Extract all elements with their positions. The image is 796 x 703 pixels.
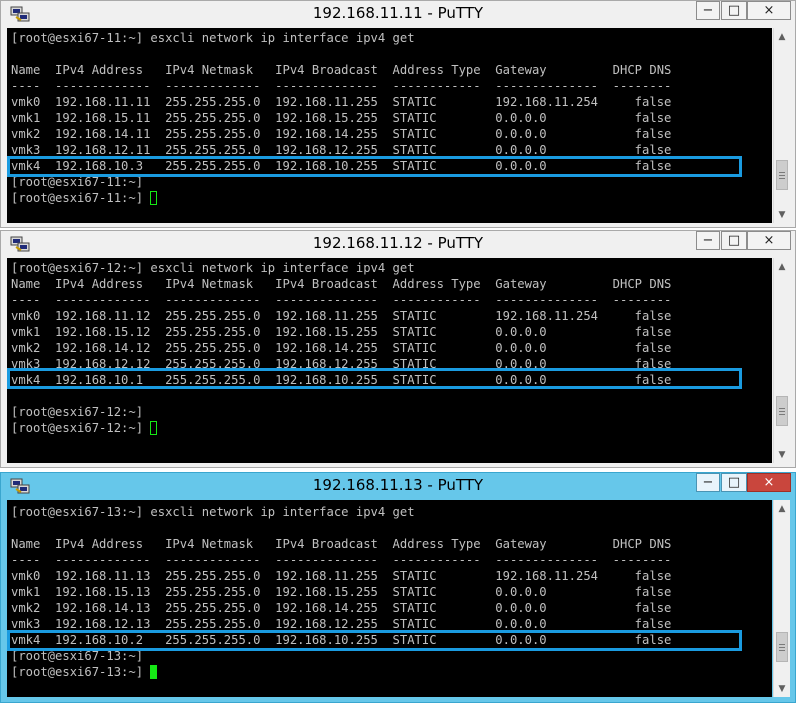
window-title: 192.168.11.11 - PuTTY: [312, 4, 484, 22]
highlight-box-vmk4: [7, 630, 742, 651]
terminal-line: ---- ------------- ------------- -------…: [11, 553, 672, 567]
terminal-line: vmk2 192.168.14.12 255.255.255.0 192.168…: [11, 341, 672, 355]
maximize-button[interactable]: □: [721, 473, 747, 492]
terminal-line: [root@esxi67-12:~] esxcli network ip int…: [11, 261, 415, 275]
scroll-up-button[interactable]: ▲: [774, 28, 790, 45]
window-title: 192.168.11.13 - PuTTY: [312, 476, 484, 494]
terminal-area[interactable]: [root@esxi67-13:~] esxcli network ip int…: [7, 500, 772, 697]
terminal-line: [root@esxi67-11:~] esxcli network ip int…: [11, 31, 415, 45]
terminal-area[interactable]: [root@esxi67-12:~] esxcli network ip int…: [7, 258, 772, 463]
window-title: 192.168.11.12 - PuTTY: [312, 234, 484, 252]
prompt-text: [root@esxi67-13:~]: [11, 665, 151, 679]
minimize-button[interactable]: −: [696, 231, 720, 250]
close-button[interactable]: ×: [747, 473, 791, 492]
maximize-button[interactable]: □: [721, 231, 747, 250]
putty-window-2[interactable]: 192.168.11.12 - PuTTY − □ × [root@esxi67…: [0, 230, 796, 468]
prompt-line: [root@esxi67-13:~]: [11, 664, 671, 680]
prompt-text: [root@esxi67-12:~]: [11, 421, 151, 435]
title-bar[interactable]: 192.168.11.12 - PuTTY − □ ×: [1, 231, 795, 257]
scroll-thumb[interactable]: [776, 396, 788, 426]
cursor: [150, 421, 158, 435]
vertical-scrollbar[interactable]: ▲ ▼: [773, 500, 790, 697]
terminal-line: Name IPv4 Address IPv4 Netmask IPv4 Broa…: [11, 63, 672, 77]
terminal-line: ---- ------------- ------------- -------…: [11, 79, 672, 93]
scroll-up-button[interactable]: ▲: [774, 258, 790, 275]
title-bar[interactable]: 192.168.11.11 - PuTTY − □ ×: [1, 1, 795, 27]
terminal-line: vmk0 192.168.11.12 255.255.255.0 192.168…: [11, 309, 672, 323]
terminal-area[interactable]: [root@esxi67-11:~] esxcli network ip int…: [7, 28, 772, 223]
terminal-line: vmk1 192.168.15.11 255.255.255.0 192.168…: [11, 111, 672, 125]
close-button[interactable]: ×: [747, 1, 791, 20]
scroll-down-button[interactable]: ▼: [774, 206, 790, 223]
terminal-line: vmk0 192.168.11.13 255.255.255.0 192.168…: [11, 569, 672, 583]
terminal-line: Name IPv4 Address IPv4 Netmask IPv4 Broa…: [11, 277, 672, 291]
terminal-line: Name IPv4 Address IPv4 Netmask IPv4 Broa…: [11, 537, 672, 551]
prompt-text: [root@esxi67-11:~]: [11, 191, 151, 205]
minimize-button[interactable]: −: [696, 1, 720, 20]
terminal-line: vmk1 192.168.15.12 255.255.255.0 192.168…: [11, 325, 672, 339]
putty-window-1[interactable]: 192.168.11.11 - PuTTY − □ × [root@esxi67…: [0, 0, 796, 228]
scroll-down-button[interactable]: ▼: [774, 680, 790, 697]
terminal-line: vmk0 192.168.11.11 255.255.255.0 192.168…: [11, 95, 672, 109]
scroll-down-button[interactable]: ▼: [774, 446, 790, 463]
terminal-line: [root@esxi67-13:~] esxcli network ip int…: [11, 505, 415, 519]
maximize-button[interactable]: □: [721, 1, 747, 20]
scroll-up-button[interactable]: ▲: [774, 500, 790, 517]
cursor: [150, 665, 158, 679]
terminal-line: vmk2 192.168.14.11 255.255.255.0 192.168…: [11, 127, 672, 141]
close-button[interactable]: ×: [747, 231, 791, 250]
terminal-line: vmk1 192.168.15.13 255.255.255.0 192.168…: [11, 585, 672, 599]
prompt-line: [root@esxi67-11:~]: [11, 190, 671, 206]
vertical-scrollbar[interactable]: ▲ ▼: [773, 28, 790, 223]
terminal-line: ---- ------------- ------------- -------…: [11, 293, 672, 307]
scroll-thumb[interactable]: [776, 632, 788, 662]
minimize-button[interactable]: −: [696, 473, 720, 492]
putty-window-3[interactable]: 192.168.11.13 - PuTTY − □ × [root@esxi67…: [0, 472, 796, 703]
scroll-thumb[interactable]: [776, 160, 788, 190]
title-bar[interactable]: 192.168.11.13 - PuTTY − □ ×: [1, 473, 795, 499]
terminal-line: vmk2 192.168.14.13 255.255.255.0 192.168…: [11, 601, 672, 615]
highlight-box-vmk4: [7, 156, 742, 177]
terminal-line: [root@esxi67-12:~]: [11, 405, 144, 419]
vertical-scrollbar[interactable]: ▲ ▼: [773, 258, 790, 463]
prompt-line: [root@esxi67-12:~]: [11, 420, 671, 436]
cursor: [150, 191, 158, 205]
highlight-box-vmk4: [7, 368, 742, 389]
